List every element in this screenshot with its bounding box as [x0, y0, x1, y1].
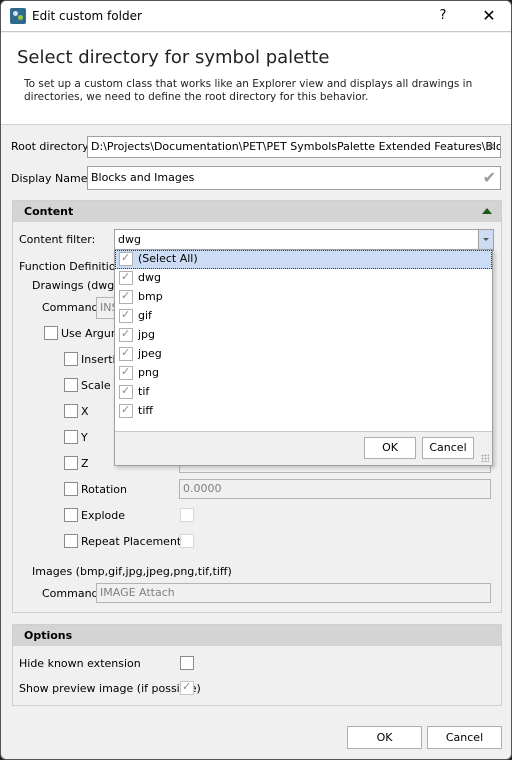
repeat-placement-label: Repeat Placement: [81, 535, 182, 548]
command-label: Command: [42, 301, 99, 314]
display-name-value: Blocks and Images: [91, 171, 195, 184]
images-command-input[interactable]: IMAGE Attach: [96, 583, 491, 603]
function-definitions-label: Function Definitions: [19, 260, 129, 273]
filter-option[interactable]: dwg: [115, 269, 492, 288]
drawings-label: Drawings (dwg): [32, 279, 119, 292]
filter-option[interactable]: gif: [115, 307, 492, 326]
dropdown-cancel-button[interactable]: Cancel: [422, 437, 474, 459]
root-directory-label: Root directory:: [11, 140, 92, 153]
scale-label: Scale: [81, 379, 111, 392]
scale-checkbox[interactable]: [64, 378, 78, 392]
y-label: Y: [81, 431, 88, 444]
content-section-header[interactable]: Content: [13, 201, 501, 222]
z-label: Z: [81, 457, 89, 470]
content-filter-dropdown: (Select All) dwg bmp gif jpg jpeg png tif tiff O…: [114, 249, 493, 466]
filter-option[interactable]: tiff: [115, 402, 492, 421]
content-filter-value: dwg: [118, 233, 141, 246]
filter-option-label: jpeg: [138, 347, 162, 360]
title-bar: Edit custom folder ? ✕: [1, 1, 511, 32]
filter-option-label: gif: [138, 309, 152, 322]
repeat-placement-value-checkbox[interactable]: [180, 534, 194, 548]
content-filter-combo[interactable]: dwg: [114, 229, 494, 251]
filter-option-label: png: [138, 366, 159, 379]
images-label: Images (bmp,gif,jpg,jpeg,png,tif,tiff): [32, 565, 232, 578]
hide-extension-label: Hide known extension: [19, 657, 141, 670]
explode-checkbox[interactable]: [64, 508, 78, 522]
checkmark-icon: ✔: [482, 168, 496, 187]
options-section-header: Options: [13, 625, 501, 646]
filter-option-checkbox[interactable]: [119, 308, 133, 323]
filter-option[interactable]: png: [115, 364, 492, 383]
x-label: X: [81, 405, 89, 418]
filter-option-label: tif: [138, 385, 150, 398]
filter-option-checkbox[interactable]: [119, 365, 133, 380]
filter-option-checkbox[interactable]: [119, 327, 133, 342]
use-arguments-checkbox[interactable]: [44, 326, 58, 340]
images-command-value: IMAGE Attach: [100, 586, 175, 599]
filter-option[interactable]: bmp: [115, 288, 492, 307]
filter-option-label: jpg: [138, 328, 156, 341]
filter-option-checkbox[interactable]: [119, 289, 133, 304]
content-filter-label: Content filter:: [19, 233, 96, 246]
chevron-down-icon[interactable]: [478, 230, 493, 250]
show-preview-checkbox[interactable]: [180, 680, 194, 695]
filter-option[interactable]: jpeg: [115, 345, 492, 364]
filter-option[interactable]: (Select All): [115, 250, 492, 269]
hide-extension-checkbox[interactable]: [180, 656, 194, 670]
help-button[interactable]: ?: [431, 5, 455, 27]
display-name-label: Display Name: [11, 172, 88, 185]
filter-options-list: (Select All) dwg bmp gif jpg jpeg png tif tiff: [115, 250, 492, 432]
dialog-window: Edit custom folder ? ✕ Select directory …: [0, 0, 512, 760]
clear-icon[interactable]: ×: [487, 137, 496, 157]
display-name-input[interactable]: Blocks and Images ✔: [87, 166, 501, 190]
z-checkbox[interactable]: [64, 456, 78, 470]
content-section-title: Content: [24, 205, 74, 218]
filter-option-label: tiff: [138, 404, 153, 417]
filter-option-checkbox[interactable]: [119, 403, 133, 418]
filter-option-checkbox[interactable]: [119, 251, 133, 266]
rotation-value: 0.0000: [183, 482, 222, 495]
page-description: To set up a custom class that works like…: [24, 78, 473, 103]
resize-grip-icon[interactable]: [481, 454, 489, 462]
root-directory-field[interactable]: D:\Projects\Documentation\PET\PET Symbol…: [87, 136, 501, 158]
cancel-button[interactable]: Cancel: [427, 726, 502, 749]
root-directory-value: D:\Projects\Documentation\PET\PET Symbol…: [91, 140, 501, 153]
rotation-label: Rotation: [81, 483, 128, 496]
close-button[interactable]: ✕: [475, 5, 503, 27]
filter-option-checkbox[interactable]: [119, 346, 133, 361]
filter-option[interactable]: jpg: [115, 326, 492, 345]
page-title: Select directory for symbol palette: [17, 47, 330, 68]
show-preview-label: Show preview image (if possible): [19, 682, 201, 695]
app-icon: [10, 8, 26, 24]
explode-label: Explode: [81, 509, 125, 522]
filter-option-label: dwg: [138, 271, 161, 284]
browse-icon[interactable]: ···: [472, 137, 482, 157]
explode-value-checkbox[interactable]: [180, 508, 194, 522]
rotation-checkbox[interactable]: [64, 482, 78, 496]
rotation-input[interactable]: 0.0000: [179, 479, 491, 499]
insertion-point-checkbox[interactable]: [64, 352, 78, 366]
dropdown-ok-button[interactable]: OK: [364, 437, 416, 459]
filter-option[interactable]: tif: [115, 383, 492, 402]
x-checkbox[interactable]: [64, 404, 78, 418]
filter-option-checkbox[interactable]: [119, 384, 133, 399]
window-title: Edit custom folder: [32, 9, 142, 23]
repeat-placement-checkbox[interactable]: [64, 534, 78, 548]
filter-option-checkbox[interactable]: [119, 270, 133, 285]
options-section-title: Options: [24, 629, 73, 642]
collapse-arrow-icon[interactable]: [482, 208, 492, 214]
images-command-label: Command: [42, 587, 99, 600]
ok-button[interactable]: OK: [347, 726, 422, 749]
header-panel: Select directory for symbol palette To s…: [1, 33, 511, 125]
filter-option-label: bmp: [138, 290, 163, 303]
filter-option-label: (Select All): [138, 252, 198, 265]
y-checkbox[interactable]: [64, 430, 78, 444]
